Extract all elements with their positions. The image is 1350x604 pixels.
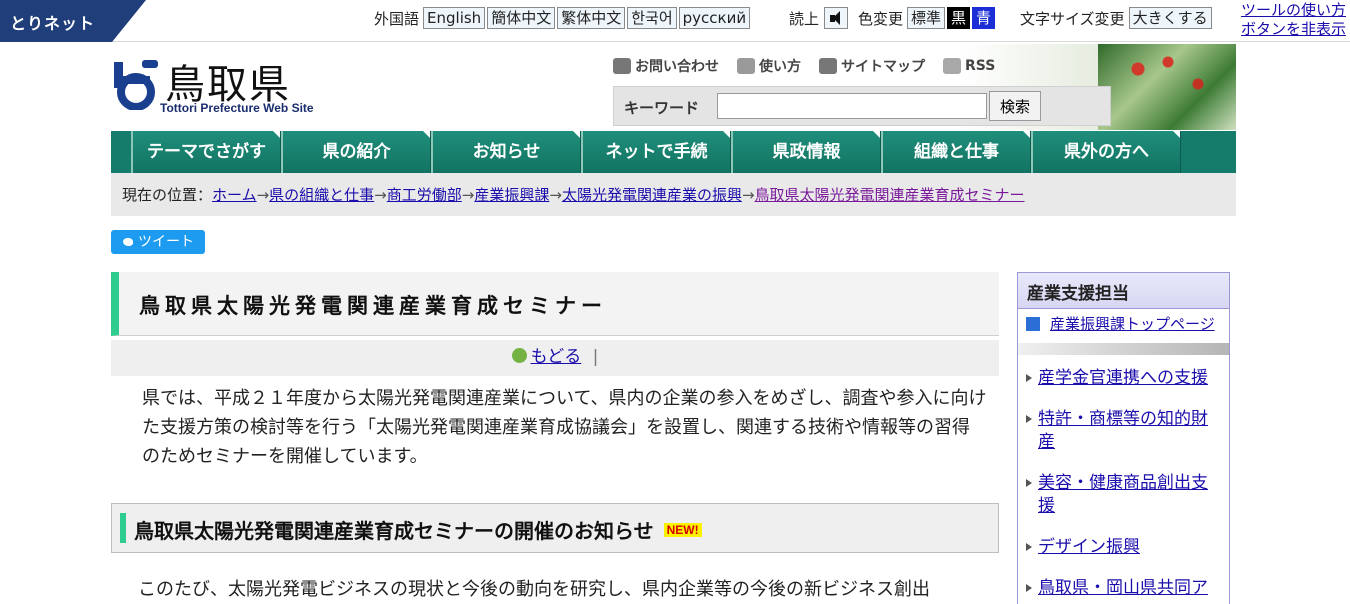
toolbar-help: ツールの使い方 ボタンを非表示 (1241, 1, 1346, 39)
page-title: 鳥取県太陽光発電関連産業育成セミナー (139, 294, 607, 318)
breadcrumb: 現在の位置：ホーム→県の組織と仕事→商工労働部→産業振興課→太陽光発電関連産業の… (111, 173, 1236, 216)
nav-organization[interactable]: 組織と仕事 (881, 131, 1031, 173)
back-link[interactable]: もどる (531, 347, 582, 367)
breadcrumb-home[interactable]: ホーム (212, 186, 257, 204)
back-row: もどる | (111, 340, 999, 376)
sidebar-top-link-row: 産業振興課トップページ (1018, 309, 1229, 335)
contact-link-label: お問い合わせ (635, 59, 719, 75)
breadcrumb-separator: → (461, 186, 475, 204)
nav-prefecture-intro[interactable]: 県の紹介 (281, 131, 431, 173)
search-label: キーワード (624, 99, 700, 117)
lang-simplified-chinese-button[interactable]: 簡体中文 (487, 7, 556, 29)
sidebar-item-tottori-okayama[interactable]: 鳥取県・岡山県共同ア (1038, 578, 1208, 598)
list-item: 美容・健康商品創出支援 (1026, 472, 1221, 518)
breadcrumb-commerce-dept[interactable]: 商工労働部 (387, 186, 462, 204)
breadcrumb-organization[interactable]: 県の組織と仕事 (269, 186, 374, 204)
language-label: 外国語 (374, 9, 420, 28)
section-heading: 鳥取県太陽光発電関連産業育成セミナーの開催のお知らせ NEW! (134, 515, 702, 544)
read-aloud-group: 読上 (789, 6, 849, 30)
sidebar-item-design[interactable]: デザイン振興 (1038, 537, 1140, 557)
sidebar: 産業支援担当 産業振興課トップページ 産学金官連携への支援 特許・商標等の知的財… (1017, 272, 1230, 604)
sidebar-item-intellectual-property[interactable]: 特許・商標等の知的財産 (1038, 409, 1208, 452)
color-blue-button[interactable]: 青 (972, 7, 996, 29)
back-circle-icon (511, 348, 527, 363)
sidebar-item-industry-academia[interactable]: 産学金官連携への支援 (1038, 368, 1208, 388)
rss-link[interactable]: RSS (943, 56, 995, 76)
breadcrumb-separator: → (374, 186, 387, 204)
utility-toolbar: とりネット 外国語 English 簡体中文 繁体中文 한국어 русский … (0, 0, 1350, 42)
rss-icon (943, 58, 961, 74)
sidebar-list: 産学金官連携への支援 特許・商標等の知的財産 美容・健康商品創出支援 デザイン振… (1018, 355, 1229, 600)
search-button[interactable]: 検索 (989, 91, 1041, 121)
section-accent-bar (120, 513, 126, 543)
sidebar-title: 産業支援担当 (1018, 273, 1229, 309)
tweet-label: ツイート (138, 234, 194, 250)
usage-link-label: 使い方 (759, 59, 801, 75)
search-area: キーワード 検索 (613, 86, 1111, 126)
lang-korean-button[interactable]: 한국어 (627, 7, 677, 29)
header-photo (1098, 44, 1236, 130)
back-separator: | (592, 347, 599, 367)
usage-link[interactable]: 使い方 (737, 56, 801, 76)
nav-theme-search[interactable]: テーマでさがす (131, 131, 281, 173)
nav-prefectural-info[interactable]: 県政情報 (731, 131, 881, 173)
font-size-label: 文字サイズ変更 (1020, 9, 1125, 28)
speaker-icon[interactable] (824, 7, 849, 29)
return-arrow-icon (1026, 317, 1040, 331)
color-change-label: 色変更 (858, 9, 904, 28)
breadcrumb-separator: → (256, 186, 270, 204)
site-subtitle: Tottori Prefecture Web Site (160, 101, 314, 115)
lang-english-button[interactable]: English (423, 7, 486, 29)
section-heading-box: 鳥取県太陽光発電関連産業育成セミナーの開催のお知らせ NEW! (111, 503, 999, 553)
color-change-group: 色変更 標準 黒 青 (858, 6, 996, 30)
read-aloud-label: 読上 (789, 9, 820, 28)
breadcrumb-solar-promotion[interactable]: 太陽光発電関連産業の振興 (562, 186, 742, 204)
tool-usage-link[interactable]: ツールの使い方 (1241, 1, 1346, 20)
tweet-button[interactable]: ツイート (111, 230, 205, 254)
list-item: デザイン振興 (1026, 536, 1221, 559)
pointer-icon (737, 58, 755, 74)
twitter-bird-icon (123, 238, 133, 246)
breadcrumb-separator: → (549, 186, 562, 204)
lang-russian-button[interactable]: русский (678, 7, 751, 29)
section-heading-text: 鳥取県太陽光発電関連産業育成セミナーの開催のお知らせ (134, 519, 654, 543)
list-item: 鳥取県・岡山県共同ア (1026, 577, 1221, 600)
list-item: 特許・商標等の知的財産 (1026, 408, 1221, 454)
rss-link-label: RSS (965, 58, 996, 74)
sidebar-item-beauty-health[interactable]: 美容・健康商品創出支援 (1038, 473, 1208, 516)
global-nav: テーマでさがす 県の紹介 お知らせ ネットで手続 県政情報 組織と仕事 県外の方… (111, 131, 1236, 173)
breadcrumb-industry-division[interactable]: 産業振興課 (474, 186, 549, 204)
intro-paragraph: 県では、平成２１年度から太陽光発電関連産業について、県内の企業の参入をめざし、調… (142, 388, 987, 467)
language-group: 外国語 English 簡体中文 繁体中文 한국어 русский (374, 6, 751, 30)
breadcrumb-label: 現在の位置： (122, 186, 213, 204)
telephone-icon (613, 58, 631, 74)
page-title-box: 鳥取県太陽光発電関連産業育成セミナー (111, 272, 999, 336)
sidebar-division-top-link[interactable]: 産業振興課トップページ (1050, 314, 1215, 335)
lang-traditional-chinese-button[interactable]: 繁体中文 (557, 7, 626, 29)
keyword-search-input[interactable] (717, 93, 987, 119)
font-size-group: 文字サイズ変更 大きくする (1020, 6, 1212, 30)
color-standard-button[interactable]: 標準 (907, 7, 946, 29)
breadcrumb-current-page[interactable]: 鳥取県太陽光発電関連産業育成セミナー (755, 186, 1025, 204)
hide-buttons-link[interactable]: ボタンを非表示 (1241, 20, 1346, 39)
sitemap-link-label: サイトマップ (841, 59, 925, 75)
nav-for-visitors[interactable]: 県外の方へ (1031, 131, 1181, 173)
color-black-button[interactable]: 黒 (947, 7, 971, 29)
sidebar-divider (1018, 343, 1229, 355)
new-badge: NEW! (663, 523, 702, 537)
contact-link[interactable]: お問い合わせ (613, 56, 719, 76)
nav-online-procedures[interactable]: ネットで手続 (581, 131, 731, 173)
nav-notices[interactable]: お知らせ (431, 131, 581, 173)
header-links: お問い合わせ 使い方 サイトマップ RSS (613, 56, 1013, 76)
body-paragraph: このたび、太陽光発電ビジネスの現状と今後の動向を研究し、県内企業等の今後の新ビジ… (138, 579, 930, 600)
list-item: 産学金官連携への支援 (1026, 367, 1221, 390)
torinet-badge[interactable]: とりネット (0, 0, 146, 42)
sitemap-link[interactable]: サイトマップ (819, 56, 925, 76)
prefecture-logo-icon[interactable] (112, 58, 160, 110)
breadcrumb-separator: → (741, 186, 755, 204)
enlarge-text-button[interactable]: 大きくする (1128, 7, 1212, 29)
sitemap-icon (819, 58, 837, 74)
